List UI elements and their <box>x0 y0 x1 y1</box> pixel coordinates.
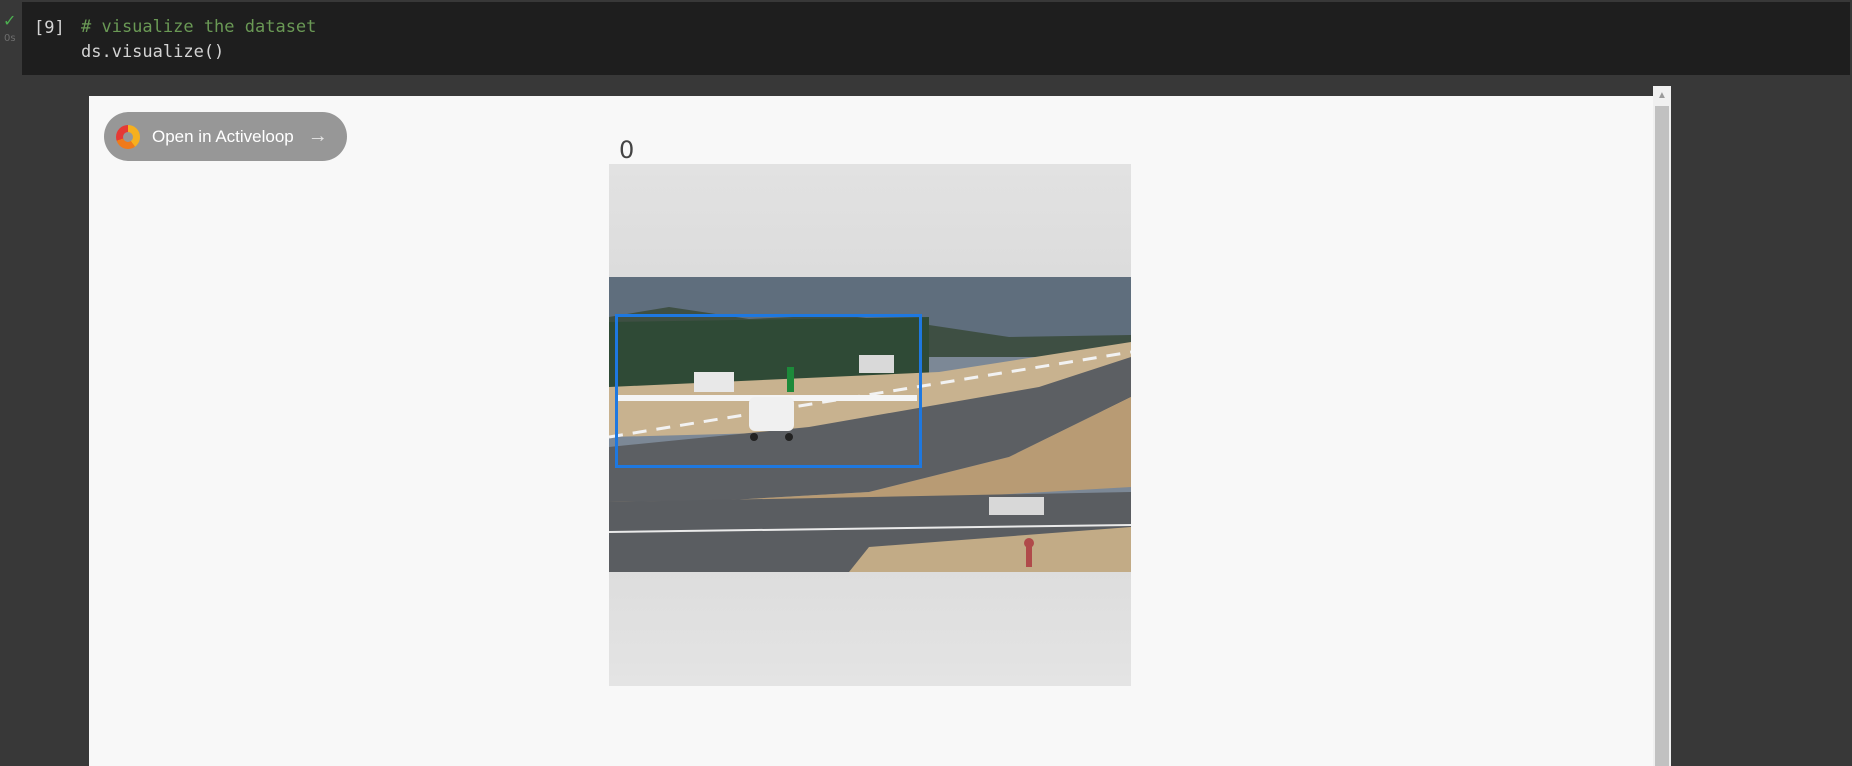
code-cell[interactable]: [9] # visualize the dataset ds.visualize… <box>22 2 1850 75</box>
open-in-activeloop-label: Open in Activeloop <box>152 126 294 146</box>
sample-image <box>609 277 1131 572</box>
sample-image-container <box>609 164 1131 686</box>
scroll-thumb[interactable] <box>1655 106 1669 766</box>
execution-time: 0s <box>4 33 16 44</box>
visualizer-output: Open in Activeloop → 0 <box>89 96 1653 766</box>
output-scrollbar[interactable]: ▲ <box>1653 86 1671 766</box>
code-line: ds.visualize() <box>81 42 225 62</box>
bounding-box <box>615 314 922 468</box>
sample-index: 0 <box>619 136 635 164</box>
code-editor[interactable]: # visualize the dataset ds.visualize() <box>81 15 316 65</box>
code-comment: # visualize the dataset <box>81 17 317 37</box>
check-icon: ✓ <box>3 13 17 30</box>
scroll-up-arrow-icon[interactable]: ▲ <box>1653 86 1671 104</box>
open-in-activeloop-button[interactable]: Open in Activeloop → <box>104 112 347 161</box>
execution-count: [9] <box>34 18 65 38</box>
activeloop-logo-icon <box>116 124 140 149</box>
arrow-right-icon: → <box>307 125 328 147</box>
